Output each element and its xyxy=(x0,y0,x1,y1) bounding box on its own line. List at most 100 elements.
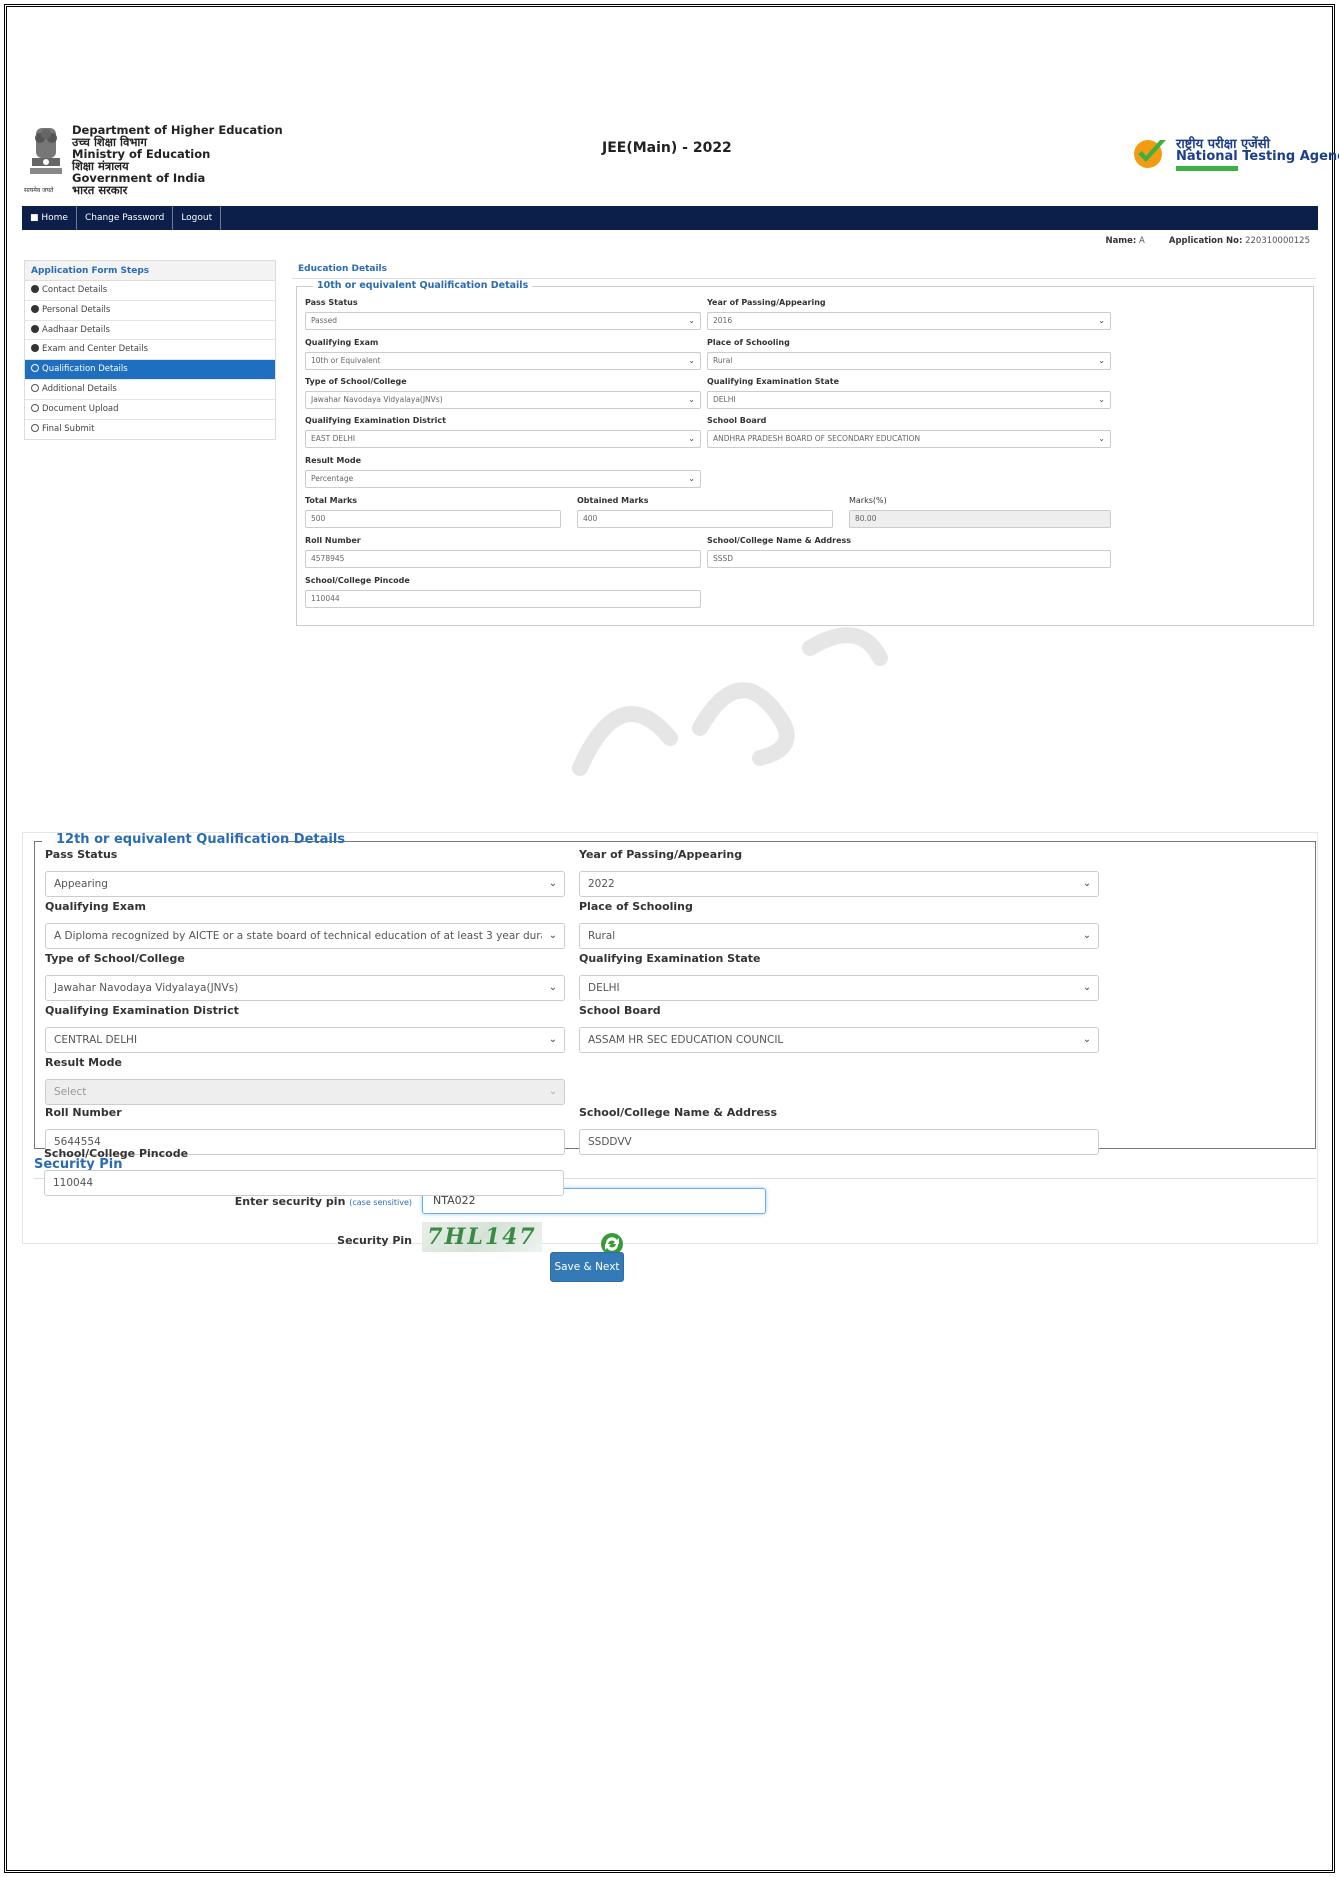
tenth-pass-status: Pass Status Passed ⌄ xyxy=(305,297,701,330)
twelfth-board-select[interactable]: ASSAM HR SEC EDUCATION COUNCIL ⌄ xyxy=(579,1027,1099,1053)
tenth-qualifying-exam-select[interactable]: 10th or Equivalent ⌄ xyxy=(305,352,701,370)
select-value: DELHI xyxy=(588,982,620,994)
field-label: School/College Pincode xyxy=(44,1147,189,1160)
tenth-obtained-marks-input[interactable]: 400 xyxy=(577,510,833,528)
field-label: Total Marks xyxy=(305,496,358,505)
field-label: School Board xyxy=(579,1004,661,1017)
chevron-down-icon: ⌄ xyxy=(542,976,564,1000)
step-label: Exam and Center Details xyxy=(42,344,149,355)
field-label: Qualifying Exam xyxy=(45,900,146,913)
step-final-submit[interactable]: Final Submit xyxy=(25,420,275,440)
tenth-exam-state: Qualifying Examination State DELHI ⌄ xyxy=(707,376,1111,409)
select-value: Appearing xyxy=(54,878,108,890)
twelfth-school-type-select[interactable]: Jawahar Navodaya Vidyalaya(JNVs) ⌄ xyxy=(45,975,565,1001)
select-value: CENTRAL DELHI xyxy=(54,1034,138,1046)
step-personal-details[interactable]: Personal Details xyxy=(25,301,275,321)
chevron-down-icon: ⌄ xyxy=(542,1080,564,1104)
select-value: ANDHRA PRADESH BOARD OF SECONDARY EDUCAT… xyxy=(713,434,921,443)
twelfth-district-select[interactable]: CENTRAL DELHI ⌄ xyxy=(45,1027,565,1053)
chevron-down-icon: ⌄ xyxy=(688,474,695,483)
application-steps-panel: Application Form Steps Contact Details P… xyxy=(24,260,276,441)
step-document-upload[interactable]: Document Upload xyxy=(25,400,275,420)
tenth-pass-status-select[interactable]: Passed ⌄ xyxy=(305,312,701,330)
field-label: Place of Schooling xyxy=(579,900,693,913)
dept-line: सत्यमेव जयते भारत सरकार xyxy=(24,184,283,196)
step-label: Contact Details xyxy=(42,285,108,295)
tenth-district-select[interactable]: EAST DELHI ⌄ xyxy=(305,430,701,448)
field-label: School/College Name & Address xyxy=(579,1106,778,1119)
twelfth-year: Year of Passing/Appearing 2022 ⌄ xyxy=(579,847,1099,897)
step-contact-details[interactable]: Contact Details xyxy=(25,281,275,301)
tenth-year-select[interactable]: 2016 ⌄ xyxy=(707,312,1111,330)
twelfth-qualifying-exam-select[interactable]: A Diploma recognized by AICTE or a state… xyxy=(45,923,565,949)
chevron-down-icon: ⌄ xyxy=(1076,872,1098,896)
twelfth-pincode: School/College Pincode 110044 xyxy=(44,1146,564,1196)
tenth-marks-percent-input: 80.00 xyxy=(849,510,1111,528)
tenth-board-select[interactable]: ANDHRA PRADESH BOARD OF SECONDARY EDUCAT… xyxy=(707,430,1111,448)
twelfth-school-board: School Board ASSAM HR SEC EDUCATION COUN… xyxy=(579,1003,1099,1053)
select-value: 10th or Equivalent xyxy=(311,356,381,365)
select-value: Percentage xyxy=(311,474,354,483)
twelfth-year-select[interactable]: 2022 ⌄ xyxy=(579,871,1099,897)
tenth-roll-number-input[interactable]: 4578945 xyxy=(305,550,701,568)
twelfth-pincode-input[interactable]: 110044 xyxy=(44,1170,564,1196)
national-emblem-icon xyxy=(30,128,62,174)
field-label: Year of Passing/Appearing xyxy=(579,848,743,861)
step-additional-details[interactable]: Additional Details xyxy=(25,380,275,400)
select-value: EAST DELHI xyxy=(311,434,356,443)
department-block: Department of Higher Education उच्च शिक्… xyxy=(24,124,283,196)
chevron-down-icon: ⌄ xyxy=(1098,395,1105,404)
chevron-down-icon: ⌄ xyxy=(542,924,564,948)
field-label: Place of Schooling xyxy=(707,338,790,347)
top-navbar: ■ Home Change Password Logout xyxy=(22,206,1318,230)
tenth-school-name-input[interactable]: SSSD xyxy=(707,550,1111,568)
circle-icon xyxy=(31,364,39,373)
twelfth-result-mode: Result Mode Select ⌄ xyxy=(45,1055,565,1105)
nta-logo: राष्ट्रीय परीक्षा एजेंसी National Testin… xyxy=(1130,134,1339,174)
nav-home[interactable]: ■ Home xyxy=(22,206,77,230)
education-details-title: Education Details xyxy=(292,260,1316,279)
tenth-total-marks-input[interactable]: 500 xyxy=(305,510,561,528)
twelfth-school-name-input[interactable]: SSDDVV xyxy=(579,1129,1099,1155)
step-exam-center-details[interactable]: Exam and Center Details xyxy=(25,340,275,361)
twelfth-exam-district: Qualifying Examination District CENTRAL … xyxy=(45,1003,565,1053)
twelfth-state-select[interactable]: DELHI ⌄ xyxy=(579,975,1099,1001)
tenth-state-select[interactable]: DELHI ⌄ xyxy=(707,391,1111,409)
twelfth-place-select[interactable]: Rural ⌄ xyxy=(579,923,1099,949)
enter-security-pin-label: Enter security pin (case sensitive) xyxy=(232,1195,412,1208)
twelfth-pass-status-select[interactable]: Appearing ⌄ xyxy=(45,871,565,897)
chevron-down-icon: ⌄ xyxy=(1098,316,1105,325)
twelfth-result-mode-select: Select ⌄ xyxy=(45,1079,565,1105)
nav-home-label: Home xyxy=(41,213,68,223)
tenth-place-select[interactable]: Rural ⌄ xyxy=(707,352,1111,370)
site-header: Department of Higher Education उच्च शिक्… xyxy=(22,118,1339,204)
name-label: Name: xyxy=(1105,236,1137,246)
step-aadhaar-details[interactable]: Aadhaar Details xyxy=(25,321,275,341)
field-label: Type of School/College xyxy=(45,952,185,965)
tenth-result-mode-select[interactable]: Percentage ⌄ xyxy=(305,470,701,488)
field-label: Qualifying Examination State xyxy=(579,952,761,965)
tenth-school-type: Type of School/College Jawahar Navodaya … xyxy=(305,376,701,409)
circle-icon xyxy=(31,383,39,392)
tenth-school-type-select[interactable]: Jawahar Navodaya Vidyalaya(JNVs) ⌄ xyxy=(305,391,701,409)
check-circle-icon xyxy=(31,344,39,353)
tenth-qualifying-exam: Qualifying Exam 10th or Equivalent ⌄ xyxy=(305,337,701,370)
steps-title: Application Form Steps xyxy=(25,261,275,281)
tenth-pincode-input[interactable]: 110044 xyxy=(305,590,701,608)
name-value: A xyxy=(1139,236,1145,246)
field-label: Qualifying Examination District xyxy=(45,1004,239,1017)
step-qualification-details[interactable]: Qualification Details xyxy=(25,360,275,380)
step-label: Additional Details xyxy=(42,383,117,394)
field-label: Result Mode xyxy=(45,1056,123,1069)
nta-tagline-bar xyxy=(1176,166,1238,171)
nav-logout[interactable]: Logout xyxy=(173,206,222,230)
twelfth-qualification-fieldset: Pass Status Appearing ⌄ Year of Passing/A… xyxy=(34,841,1316,1155)
field-label: School/College Name & Address xyxy=(707,536,852,545)
save-next-button[interactable]: Save & Next xyxy=(550,1252,624,1282)
tenth-pincode: School/College Pincode 110044 xyxy=(305,575,701,608)
field-label: Marks(%) xyxy=(849,496,887,505)
check-circle-icon xyxy=(31,285,39,293)
nav-change-password[interactable]: Change Password xyxy=(77,206,174,230)
tenth-school-board: School Board ANDHRA PRADESH BOARD OF SEC… xyxy=(707,415,1111,448)
field-label: Qualifying Exam xyxy=(305,338,379,347)
